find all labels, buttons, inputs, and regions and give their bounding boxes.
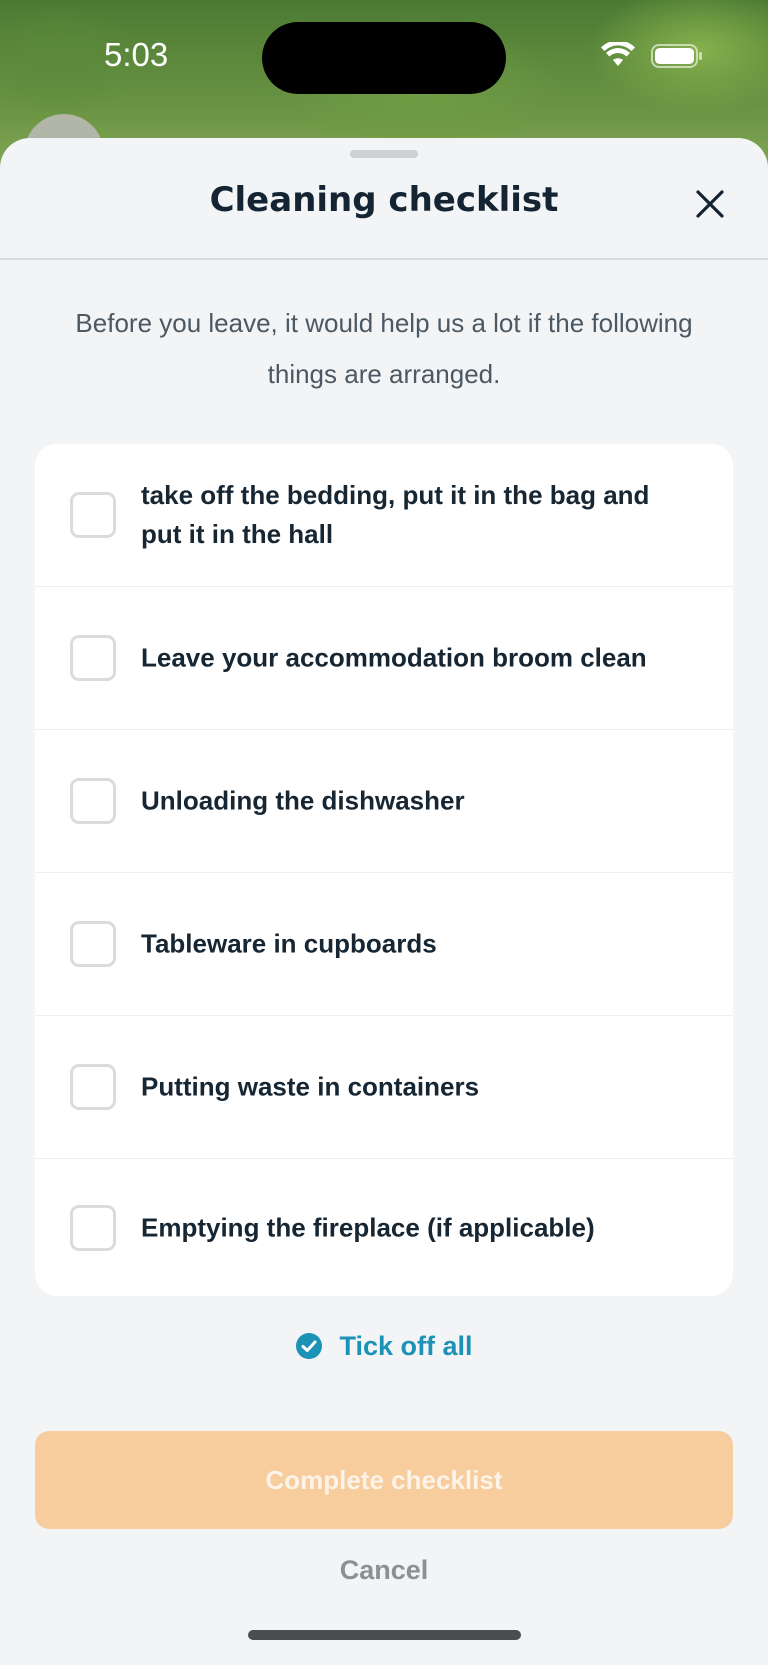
checklist-item-label: Putting waste in containers [141, 1071, 480, 1102]
wifi-icon [601, 42, 635, 66]
checklist-item-label: Leave your accommodation broom clean [141, 642, 647, 673]
battery-icon [651, 44, 702, 68]
check-circle-icon [296, 1333, 323, 1359]
checklist-card: take off the bedding, put it in the bag … [35, 444, 733, 1296]
complete-checklist-button[interactable]: Complete checklist [35, 1431, 733, 1529]
intro-text: Before you leave, it would help us a lot… [75, 308, 693, 389]
checkbox[interactable] [70, 778, 116, 824]
complete-checklist-label: Complete checklist [265, 1464, 503, 1495]
checklist-item[interactable]: take off the bedding, put it in the bag … [35, 444, 733, 587]
status-time: 5:03 [104, 36, 169, 73]
home-indicator[interactable] [248, 1630, 521, 1640]
checkbox[interactable] [70, 492, 116, 538]
checklist-item[interactable]: Tableware in cupboards [35, 873, 733, 1016]
checklist-item-label: Tableware in cupboards [141, 928, 437, 959]
checkbox[interactable] [70, 1064, 116, 1110]
cancel-button[interactable]: Cancel [0, 1548, 768, 1592]
sheet-header: Cleaning checklist [0, 138, 768, 260]
checklist-item-label: Emptying the fireplace (if applicable) [141, 1212, 595, 1242]
checkbox[interactable] [70, 1204, 116, 1251]
tick-off-all-button[interactable]: Tick off all [0, 1326, 768, 1366]
checklist-item-label: Unloading the dishwasher [141, 785, 465, 816]
checkbox[interactable] [70, 921, 116, 967]
close-icon[interactable] [694, 188, 726, 220]
checkbox[interactable] [70, 635, 116, 681]
tick-off-all-label: Tick off all [339, 1330, 473, 1361]
checklist-sheet: Cleaning checklist Before you leave, it … [0, 138, 768, 1665]
checklist-item[interactable]: Emptying the fireplace (if applicable) [35, 1159, 733, 1296]
sheet-title: Cleaning checklist [209, 180, 559, 220]
checklist-item[interactable]: Putting waste in containers [35, 1016, 733, 1159]
checklist-item[interactable]: Unloading the dishwasher [35, 730, 733, 873]
checklist-item-label: take off the bedding, put it in the bag … [141, 480, 650, 549]
dynamic-island [262, 22, 506, 94]
checklist-item[interactable]: Leave your accommodation broom clean [35, 587, 733, 730]
status-bar: 5:03 [0, 0, 768, 120]
